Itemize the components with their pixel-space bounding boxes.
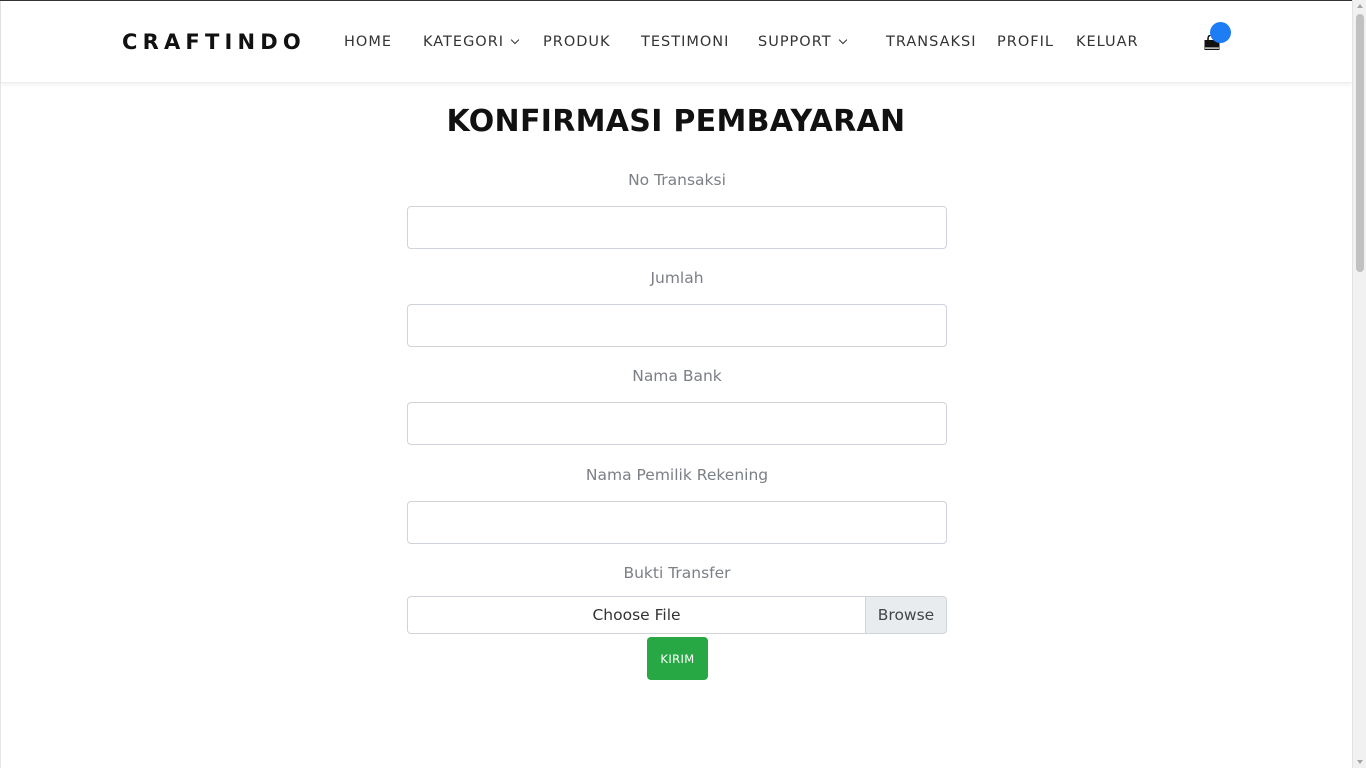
nav-item-label: SUPPORT bbox=[758, 34, 832, 50]
nav-item-label: PRODUK bbox=[543, 34, 611, 50]
site-logo[interactable]: CRAFTINDO bbox=[122, 30, 306, 54]
nav-item-produk[interactable]: PRODUK bbox=[543, 32, 611, 52]
vertical-scrollbar[interactable] bbox=[1352, 0, 1366, 768]
no-transaksi-input[interactable] bbox=[407, 206, 947, 249]
nama-bank-input[interactable] bbox=[407, 402, 947, 445]
nav-item-profil[interactable]: PROFIL bbox=[997, 32, 1054, 52]
nav-item-kategori[interactable]: KATEGORI bbox=[423, 32, 520, 52]
nav-item-label: TESTIMONI bbox=[641, 34, 730, 50]
chevron-down-icon bbox=[510, 35, 520, 45]
scrollbar-thumb[interactable] bbox=[1356, 14, 1364, 272]
field-label: No Transaksi bbox=[628, 171, 726, 189]
browse-button[interactable]: Browse bbox=[865, 597, 946, 633]
submit-button[interactable]: KIRIM bbox=[647, 637, 708, 680]
field-label: Nama Bank bbox=[632, 367, 722, 385]
nav-item-label: KELUAR bbox=[1076, 34, 1139, 50]
site-header: CRAFTINDO HOME KATEGORI PRODUK TESTIMONI… bbox=[1, 1, 1352, 83]
top-border bbox=[0, 0, 1352, 1]
nav-item-label: PROFIL bbox=[997, 34, 1054, 50]
nav-item-label: KATEGORI bbox=[423, 34, 505, 50]
nav-item-label: HOME bbox=[344, 34, 392, 50]
jumlah-input[interactable] bbox=[407, 304, 947, 347]
nav-item-testimoni[interactable]: TESTIMONI bbox=[641, 32, 729, 52]
nav-item-support[interactable]: SUPPORT bbox=[758, 32, 847, 52]
cart-count-badge bbox=[1210, 22, 1231, 43]
nav-item-transaksi[interactable]: TRANSAKSI bbox=[886, 32, 977, 52]
page-title: KONFIRMASI PEMBAYARAN bbox=[446, 104, 906, 139]
payment-confirmation-form: No Transaksi Jumlah Nama Bank Nama Pemil… bbox=[407, 170, 947, 634]
nav-item-keluar[interactable]: KELUAR bbox=[1076, 32, 1139, 52]
scroll-down-arrow-icon[interactable] bbox=[1357, 760, 1363, 764]
file-input-label: Choose File bbox=[592, 606, 681, 624]
chevron-down-icon bbox=[838, 35, 847, 45]
nav-item-label: TRANSAKSI bbox=[886, 34, 977, 50]
scroll-up-arrow-icon[interactable] bbox=[1357, 4, 1363, 8]
field-label: Nama Pemilik Rekening bbox=[585, 466, 769, 484]
field-label: Jumlah bbox=[650, 269, 704, 287]
nama-pemilik-rekening-input[interactable] bbox=[407, 501, 947, 544]
nav-item-home[interactable]: HOME bbox=[344, 32, 392, 52]
bukti-transfer-file-input[interactable]: Choose File Browse bbox=[407, 596, 947, 634]
field-label: Bukti Transfer bbox=[623, 564, 731, 582]
